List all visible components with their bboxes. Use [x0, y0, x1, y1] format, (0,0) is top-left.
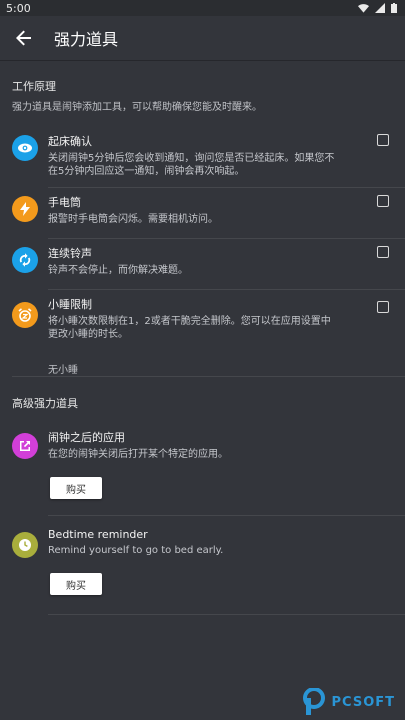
divider — [48, 515, 405, 516]
powerup-title: 连续铃声 — [48, 247, 92, 260]
powerup-description: 报警时手电筒会闪烁。需要相机访问。 — [48, 214, 218, 225]
wifi-icon — [358, 4, 369, 13]
powerup-description: 关闭闹钟5分钟后您会收到通知，询问您是否已经起床。如果您不在5分钟内回应这一通知… — [48, 153, 335, 177]
powerup-app-after-alarm: 闹钟之后的应用 在您的闹钟关闭后打开某个特定的应用。 购买 — [0, 423, 405, 515]
page-title: 强力道具 — [54, 30, 119, 49]
flashlight-checkbox[interactable] — [377, 195, 389, 207]
powerup-flashlight[interactable]: 手电筒 报警时手电筒会闪烁。需要相机访问。 — [0, 188, 405, 238]
divider — [12, 376, 405, 377]
repeat-icon — [12, 247, 38, 273]
wake-check-checkbox[interactable] — [377, 134, 389, 146]
status-icons — [358, 3, 397, 13]
buy-button[interactable]: 购买 — [50, 477, 102, 499]
eye-icon — [12, 135, 38, 161]
buy-button[interactable]: 购买 — [50, 573, 102, 595]
app-bar: 强力道具 — [0, 16, 405, 60]
flash-icon — [12, 196, 38, 222]
snooze-limit-value[interactable]: 无小睡 — [48, 361, 393, 376]
powerup-wake-check[interactable]: 起床确认 关闭闹钟5分钟后您会收到通知，询问您是否已经起床。如果您不在5分钟内回… — [0, 127, 405, 187]
powerup-title: 闹钟之后的应用 — [48, 431, 125, 444]
watermark: PCSOFT — [302, 688, 395, 716]
powerup-title: Bedtime reminder — [48, 528, 148, 541]
powerup-description: 将小睡次数限制在1，2或者干脆完全删除。您可以在应用设置中更改小睡的时长。 — [48, 316, 331, 340]
back-button[interactable] — [14, 28, 34, 48]
powerup-description: 在您的闹钟关闭后打开某个特定的应用。 — [48, 449, 228, 460]
divider — [48, 614, 405, 615]
snooze-icon — [12, 302, 38, 328]
open-app-icon — [12, 433, 38, 459]
section-title-how-it-works: 工作原理 — [12, 80, 56, 93]
powerup-title: 手电筒 — [48, 196, 81, 209]
battery-icon — [391, 3, 397, 13]
status-time: 5:00 — [6, 1, 31, 15]
powerup-description: Remind yourself to go to bed early. — [48, 545, 224, 556]
continuous-ringtone-checkbox[interactable] — [377, 246, 389, 258]
watermark-logo-icon — [302, 688, 325, 715]
arrow-left-icon — [16, 30, 31, 46]
watermark-text: PCSOFT — [331, 694, 395, 710]
powerup-snooze-limit[interactable]: 小睡限制 将小睡次数限制在1，2或者干脆完全删除。您可以在应用设置中更改小睡的时… — [0, 290, 405, 376]
powerup-title: 小睡限制 — [48, 298, 92, 311]
powerup-continuous-ringtone[interactable]: 连续铃声 铃声不会停止，而你解决难题。 — [0, 239, 405, 289]
clock-icon — [12, 532, 38, 558]
signal-icon — [375, 3, 385, 13]
status-bar: 5:00 — [0, 0, 405, 16]
section-description: 强力道具是闹钟添加工具，可以帮助确保您能及时醒来。 — [12, 102, 262, 113]
content: 工作原理 强力道具是闹钟添加工具，可以帮助确保您能及时醒来。 起床确认 关闭闹钟… — [0, 60, 405, 720]
section-title-advanced: 高级强力道具 — [12, 397, 78, 410]
powerup-title: 起床确认 — [48, 135, 92, 148]
powerup-bedtime-reminder: Bedtime reminder Remind yourself to go t… — [0, 522, 405, 614]
snooze-limit-checkbox[interactable] — [377, 301, 389, 313]
powerup-description: 铃声不会停止，而你解决难题。 — [48, 265, 188, 276]
